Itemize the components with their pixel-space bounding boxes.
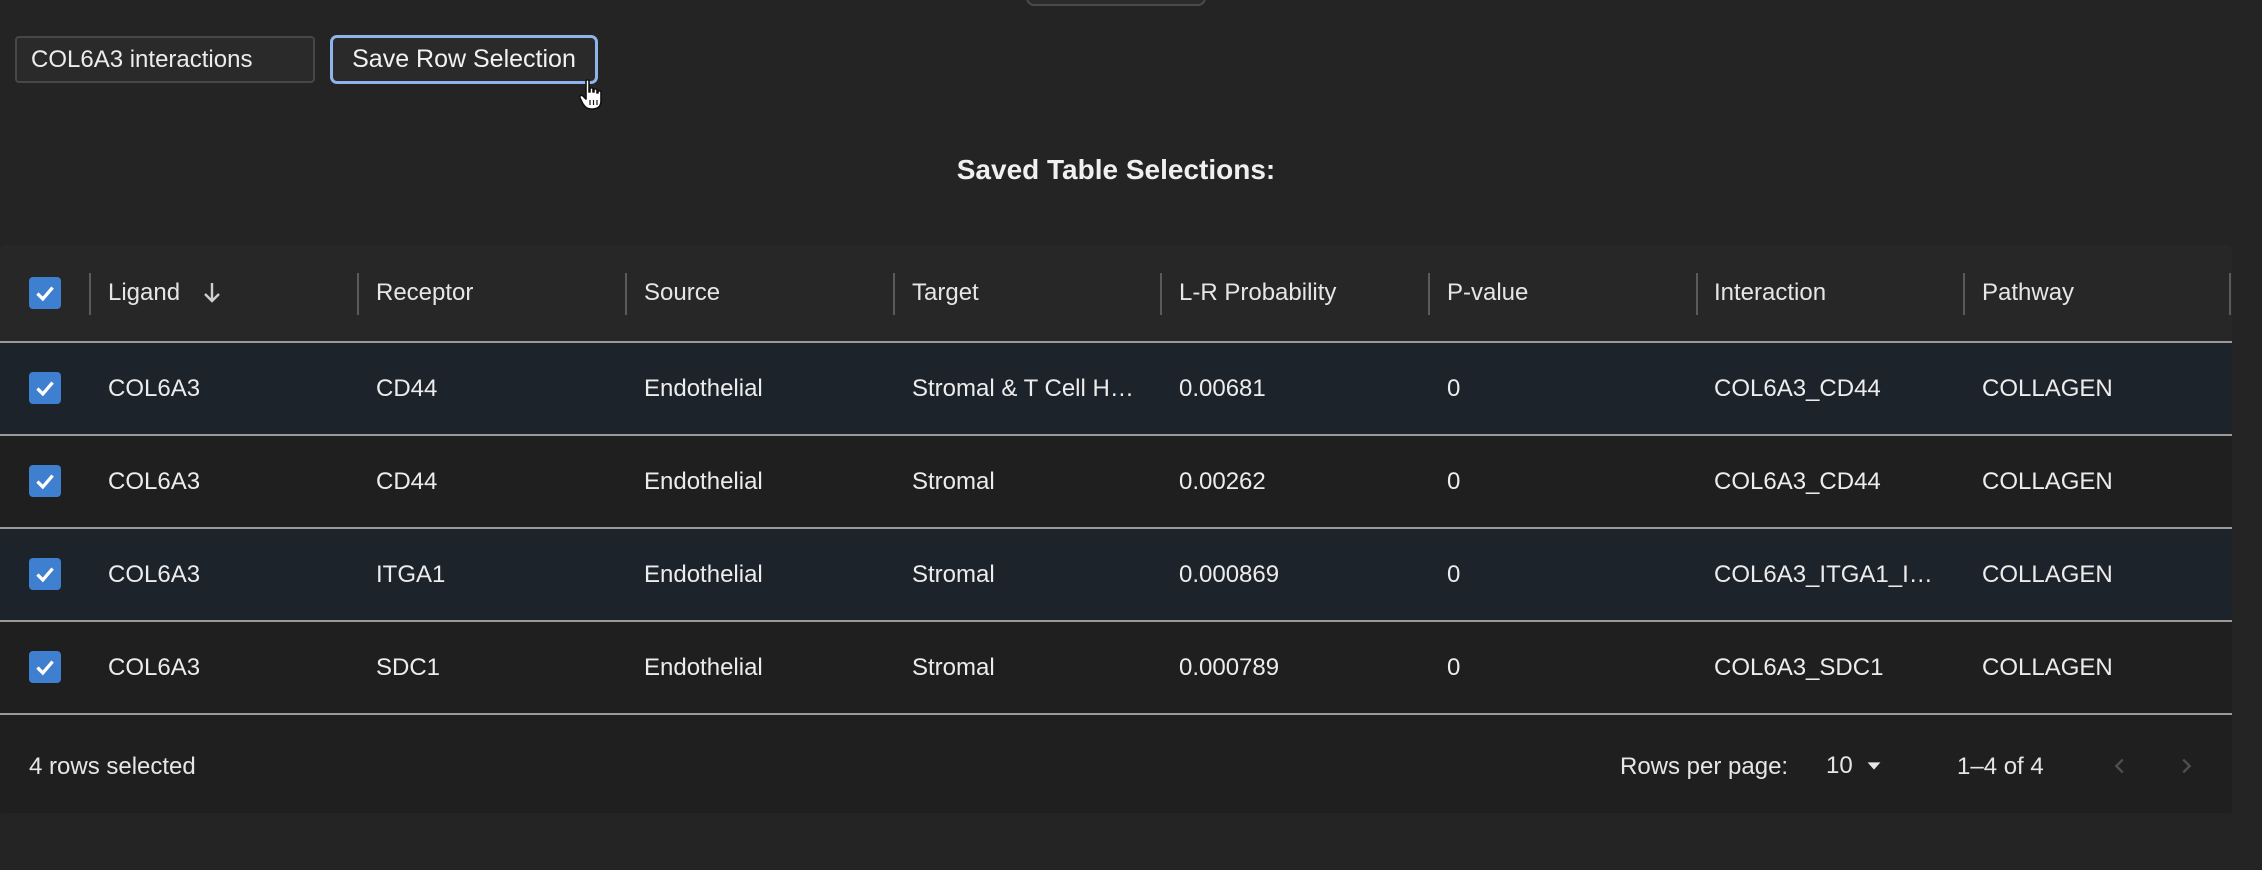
save-row-selection-button[interactable]: Save Row Selection: [330, 35, 598, 84]
rows-per-page-label: Rows per page:: [1620, 752, 1789, 780]
column-label: L-R Probability: [1179, 279, 1337, 306]
next-page-button[interactable]: [2168, 748, 2204, 784]
column-separator: [1963, 273, 1965, 315]
column-separator: [1428, 273, 1430, 315]
cell-p-value: 0: [1447, 467, 1461, 495]
cell-ligand: COL6A3: [108, 653, 201, 681]
cell-source: Endothelial: [644, 653, 763, 681]
table-row[interactable]: COL6A3 CD44 Endothelial Stromal 0.00262 …: [0, 436, 2232, 529]
check-icon: [36, 286, 54, 302]
cell-target: Stromal & T Cell H…: [912, 374, 1134, 402]
cell-lr-probability: 0.000789: [1179, 653, 1280, 681]
table-row[interactable]: COL6A3 SDC1 Endothelial Stromal 0.000789…: [0, 622, 2232, 715]
column-header-receptor[interactable]: Receptor: [376, 245, 473, 341]
column-separator: [893, 273, 895, 315]
column-header-interaction[interactable]: Interaction: [1714, 245, 1826, 341]
cell-interaction: COL6A3_CD44: [1714, 467, 1881, 495]
column-separator: [625, 273, 627, 315]
selection-name-input[interactable]: [15, 36, 315, 83]
previous-page-button[interactable]: [2102, 748, 2138, 784]
column-label: Interaction: [1714, 279, 1827, 306]
row-checkbox[interactable]: [29, 558, 61, 590]
cell-interaction: COL6A3_SDC1: [1714, 653, 1884, 681]
check-icon: [36, 474, 54, 490]
column-label: Receptor: [376, 279, 474, 306]
chevron-left-icon: [2114, 758, 2124, 774]
cell-pathway: COLLAGEN: [1982, 467, 2113, 495]
cell-target: Stromal: [912, 467, 995, 495]
column-label: P-value: [1447, 279, 1529, 306]
arrow-down-icon[interactable]: [200, 279, 224, 307]
cell-receptor: CD44: [376, 467, 438, 495]
rows-per-page-value: 10: [1826, 752, 1853, 779]
cell-target: Stromal: [912, 560, 995, 588]
cell-ligand: COL6A3: [108, 467, 201, 495]
column-label: Source: [644, 279, 721, 306]
column-label: Ligand: [108, 279, 181, 306]
column-separator: [357, 273, 359, 315]
column-separator: [89, 273, 91, 315]
check-icon: [36, 567, 54, 583]
cell-interaction: COL6A3_ITGA1_I…: [1714, 560, 1933, 588]
chevron-right-icon: [2182, 758, 2192, 774]
table-row[interactable]: COL6A3 ITGA1 Endothelial Stromal 0.00086…: [0, 529, 2232, 622]
cell-pathway: COLLAGEN: [1982, 374, 2113, 402]
row-checkbox[interactable]: [29, 465, 61, 497]
selected-rows-count: 4 rows selected: [29, 752, 196, 780]
row-checkbox[interactable]: [29, 651, 61, 683]
column-header-ligand[interactable]: Ligand: [108, 245, 224, 341]
column-separator: [1160, 273, 1162, 315]
column-separator: [2229, 273, 2231, 315]
cell-interaction: COL6A3_CD44: [1714, 374, 1881, 402]
cell-lr-probability: 0.00262: [1179, 467, 1266, 495]
check-icon: [36, 660, 54, 676]
cell-p-value: 0: [1447, 653, 1461, 681]
column-separator: [1696, 273, 1698, 315]
column-header-lr-probability[interactable]: L-R Probability: [1179, 245, 1336, 341]
cell-source: Endothelial: [644, 467, 763, 495]
table-header-row: Ligand Receptor Source Target L-R Probab…: [0, 245, 2232, 343]
saved-selections-title: Saved Table Selections:: [956, 154, 1276, 185]
column-header-pathway[interactable]: Pathway: [1982, 245, 2074, 341]
pagination-range: 1–4 of 4: [1957, 752, 2044, 780]
column-header-source[interactable]: Source: [644, 245, 720, 341]
cell-source: Endothelial: [644, 560, 763, 588]
cell-receptor: SDC1: [376, 653, 441, 681]
select-all-checkbox[interactable]: [29, 277, 61, 309]
rows-per-page-select[interactable]: 10: [1826, 746, 1885, 786]
check-icon: [36, 381, 54, 397]
column-header-p-value[interactable]: P-value: [1447, 245, 1528, 341]
cell-source: Endothelial: [644, 374, 763, 402]
table-footer: 4 rows selected Rows per page: 10 1–4 of…: [0, 720, 2232, 813]
cell-p-value: 0: [1447, 560, 1461, 588]
cell-ligand: COL6A3: [108, 560, 201, 588]
caret-down-icon: [1867, 762, 1881, 770]
cell-receptor: CD44: [376, 374, 438, 402]
cell-target: Stromal: [912, 653, 995, 681]
hand-cursor-icon: [578, 79, 602, 110]
cell-lr-probability: 0.00681: [1179, 374, 1266, 402]
table-row[interactable]: COL6A3 CD44 Endothelial Stromal & T Cell…: [0, 343, 2232, 436]
cell-receptor: ITGA1: [376, 560, 446, 588]
top-panel-edge: [1026, 0, 1206, 6]
cell-p-value: 0: [1447, 374, 1461, 402]
cell-pathway: COLLAGEN: [1982, 653, 2113, 681]
cell-pathway: COLLAGEN: [1982, 560, 2113, 588]
column-header-target[interactable]: Target: [912, 245, 979, 341]
column-label: Pathway: [1982, 279, 2075, 306]
cell-lr-probability: 0.000869: [1179, 560, 1280, 588]
row-checkbox[interactable]: [29, 372, 61, 404]
cell-ligand: COL6A3: [108, 374, 201, 402]
saved-selections-table: Ligand Receptor Source Target L-R Probab…: [0, 245, 2232, 813]
column-label: Target: [912, 279, 979, 306]
